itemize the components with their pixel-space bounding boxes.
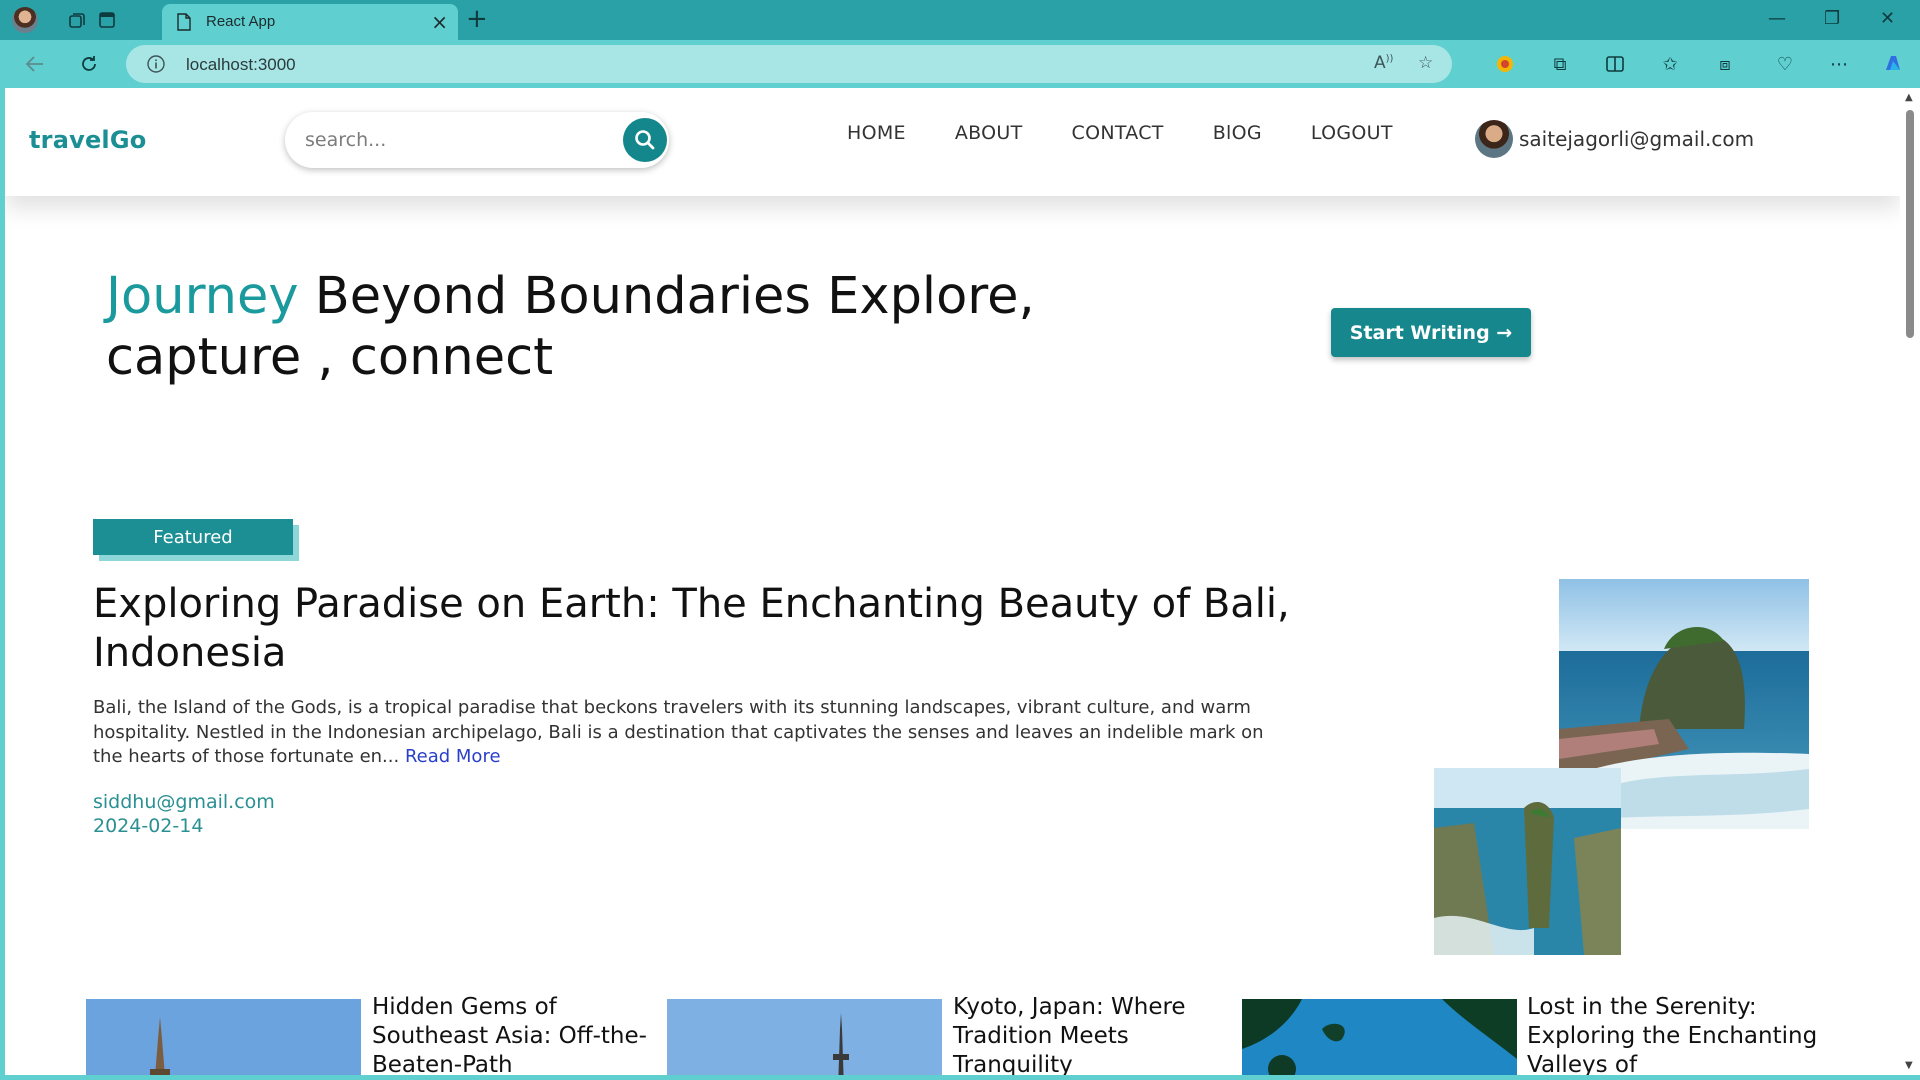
search-button[interactable] [623,118,667,162]
scroll-thumb[interactable] [1906,110,1914,338]
nav-logout[interactable]: LOGOUT [1311,122,1393,144]
card-image-kyoto[interactable] [667,999,942,1075]
avatar [1475,120,1513,158]
minimize-icon[interactable]: — [1768,8,1786,29]
read-more-link[interactable]: Read More [405,746,501,767]
featured-post-title[interactable]: Exploring Paradise on Earth: The Enchant… [93,580,1303,678]
site-header: travelGo HOME ABOUT CONTACT BlOG LOGOUT … [5,88,1900,196]
url-text: localhost:3000 [186,55,296,74]
favorite-star-icon[interactable]: ☆ [1418,53,1433,73]
profile-avatar-icon[interactable] [12,7,38,33]
card-image-hidden-gems[interactable] [86,999,361,1075]
copilot-icon[interactable] [1878,50,1908,78]
scroll-up-arrow-icon[interactable]: ▲ [1905,92,1913,103]
main-nav: HOME ABOUT CONTACT BlOG LOGOUT [847,122,1442,144]
tab-actions-icon[interactable] [94,7,120,33]
page-scrollbar[interactable]: ▲ ▼ [1900,88,1920,1075]
extensions-puzzle-icon[interactable]: ⧉ [1545,50,1575,78]
search-icon [635,130,655,150]
reload-icon[interactable] [74,50,104,78]
featured-post-excerpt: Bali, the Island of the Gods, is a tropi… [93,696,1293,770]
card-title-kyoto[interactable]: Kyoto, Japan: Where Tradition Meets Tran… [953,993,1253,1075]
browser-tab-active[interactable]: React App × [162,4,458,40]
split-screen-icon[interactable] [1600,50,1630,78]
collections-icon[interactable]: ⧈ [1710,50,1740,78]
browser-essentials-icon[interactable]: ♡ [1770,50,1800,78]
tab-title: React App [206,13,276,30]
site-logo[interactable]: travelGo [29,126,146,154]
close-window-icon[interactable]: ✕ [1880,8,1895,29]
nav-blog[interactable]: BlOG [1213,122,1262,144]
user-profile[interactable]: saitejagorli@gmail.com [1475,120,1754,158]
post-date: 2024-02-14 [93,815,204,837]
nav-about[interactable]: ABOUT [955,122,1023,144]
card-title-hidden-gems[interactable]: Hidden Gems of Southeast Asia: Off-the-B… [372,993,672,1075]
back-icon[interactable] [20,50,50,78]
search-input[interactable] [305,124,595,156]
restore-icon[interactable]: ❐ [1824,8,1840,29]
browser-toolbar: localhost:3000 A)) ☆ ⧉ ✩ ⧈ ♡ ⋯ [0,40,1920,88]
site-info-icon[interactable] [146,54,166,78]
window-bottom-border [0,1075,1920,1080]
start-writing-button[interactable]: Start Writing → [1331,308,1531,357]
card-title-valleys[interactable]: Lost in the Serenity: Exploring the Ench… [1527,993,1827,1075]
extension-icon[interactable] [1490,50,1520,78]
page-icon [176,13,192,35]
user-email: saitejagorli@gmail.com [1519,127,1755,151]
more-menu-icon[interactable]: ⋯ [1824,50,1854,78]
excerpt-text: Bali, the Island of the Gods, is a tropi… [93,697,1264,767]
address-bar[interactable]: localhost:3000 A)) ☆ [126,45,1452,83]
nusa-penida-cliff-image [1434,768,1621,955]
page-viewport: travelGo HOME ABOUT CONTACT BlOG LOGOUT … [5,88,1900,1075]
post-author: siddhu@gmail.com [93,791,275,813]
hero-accent-word: Journey [106,267,299,326]
search-bar [285,112,669,168]
new-tab-button[interactable]: + [466,6,488,32]
close-tab-icon[interactable]: × [431,10,448,34]
scroll-down-arrow-icon[interactable]: ▼ [1905,1060,1913,1071]
favorites-icon[interactable]: ✩ [1655,50,1685,78]
nav-home[interactable]: HOME [847,122,906,144]
featured-badge: Featured [93,519,293,555]
card-image-valleys[interactable] [1242,999,1517,1075]
nav-contact[interactable]: CONTACT [1072,122,1164,144]
browser-titlebar: React App × + — ❐ ✕ [0,0,1920,40]
workspaces-icon[interactable] [64,7,90,33]
hero-title: Journey Beyond Boundaries Explore, captu… [106,266,1106,388]
read-aloud-icon[interactable]: A)) [1374,53,1393,73]
